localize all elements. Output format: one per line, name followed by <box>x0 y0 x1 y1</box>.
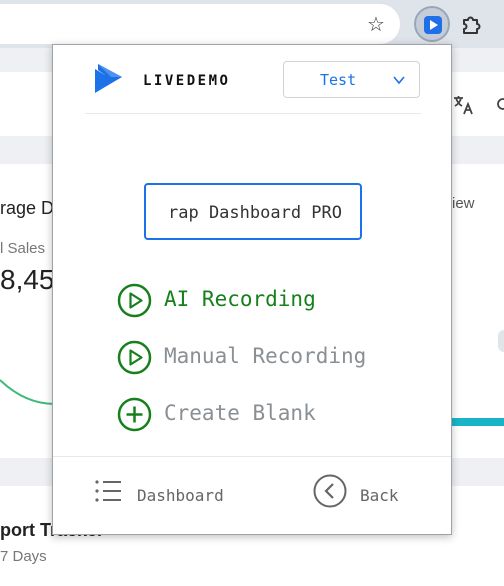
list-icon <box>95 480 121 502</box>
tracker-subtitle: 7 Days <box>0 548 47 565</box>
dashboard-label: Dashboard <box>137 486 224 505</box>
livedemo-logo-icon <box>95 64 122 93</box>
scroll-handle[interactable] <box>498 330 504 352</box>
chevron-down-icon <box>393 76 405 85</box>
play-circle-icon <box>117 283 152 318</box>
back-label: Back <box>360 486 399 505</box>
progress-bar <box>452 418 504 426</box>
livedemo-extension-icon <box>424 16 442 34</box>
create-blank-button[interactable]: Create Blank <box>117 394 397 434</box>
footer-divider <box>53 456 451 457</box>
manual-recording-label: Manual Recording <box>164 344 367 368</box>
sales-line <box>0 379 56 405</box>
back-circle-icon <box>313 474 347 508</box>
livedemo-popup: LIVEDEMO Test rap Dashboard PRO AI Recor… <box>52 44 452 535</box>
header-divider <box>85 113 421 114</box>
create-blank-label: Create Blank <box>164 401 316 425</box>
browser-toolbar: ☆ <box>0 0 504 48</box>
star-icon[interactable]: ☆ <box>364 12 388 36</box>
workspace-select[interactable]: Test <box>283 61 420 98</box>
translate-icon[interactable] <box>452 94 474 116</box>
card-link[interactable]: iew <box>452 195 475 212</box>
plus-circle-icon <box>117 397 152 432</box>
metric-label: l Sales <box>0 240 46 257</box>
metric-value: 8,45 <box>0 264 55 295</box>
play-circle-icon <box>117 340 152 375</box>
demo-name-input[interactable]: rap Dashboard PRO <box>144 183 362 240</box>
manual-recording-button[interactable]: Manual Recording <box>117 337 397 377</box>
puzzle-icon[interactable] <box>460 12 484 36</box>
ai-recording-button[interactable]: AI Recording <box>117 280 397 320</box>
settings-icon[interactable] <box>494 95 504 113</box>
back-button[interactable]: Back <box>313 473 413 513</box>
livedemo-extension-button[interactable] <box>414 6 450 42</box>
demo-name-text: rap Dashboard PRO <box>168 203 342 223</box>
workspace-selected-value: Test <box>320 71 357 89</box>
brand-name: LIVEDEMO <box>143 73 231 89</box>
dashboard-button[interactable]: Dashboard <box>93 473 243 513</box>
ai-recording-label: AI Recording <box>164 287 316 311</box>
card-title: rage D <box>0 198 55 218</box>
address-bar[interactable] <box>0 4 400 44</box>
